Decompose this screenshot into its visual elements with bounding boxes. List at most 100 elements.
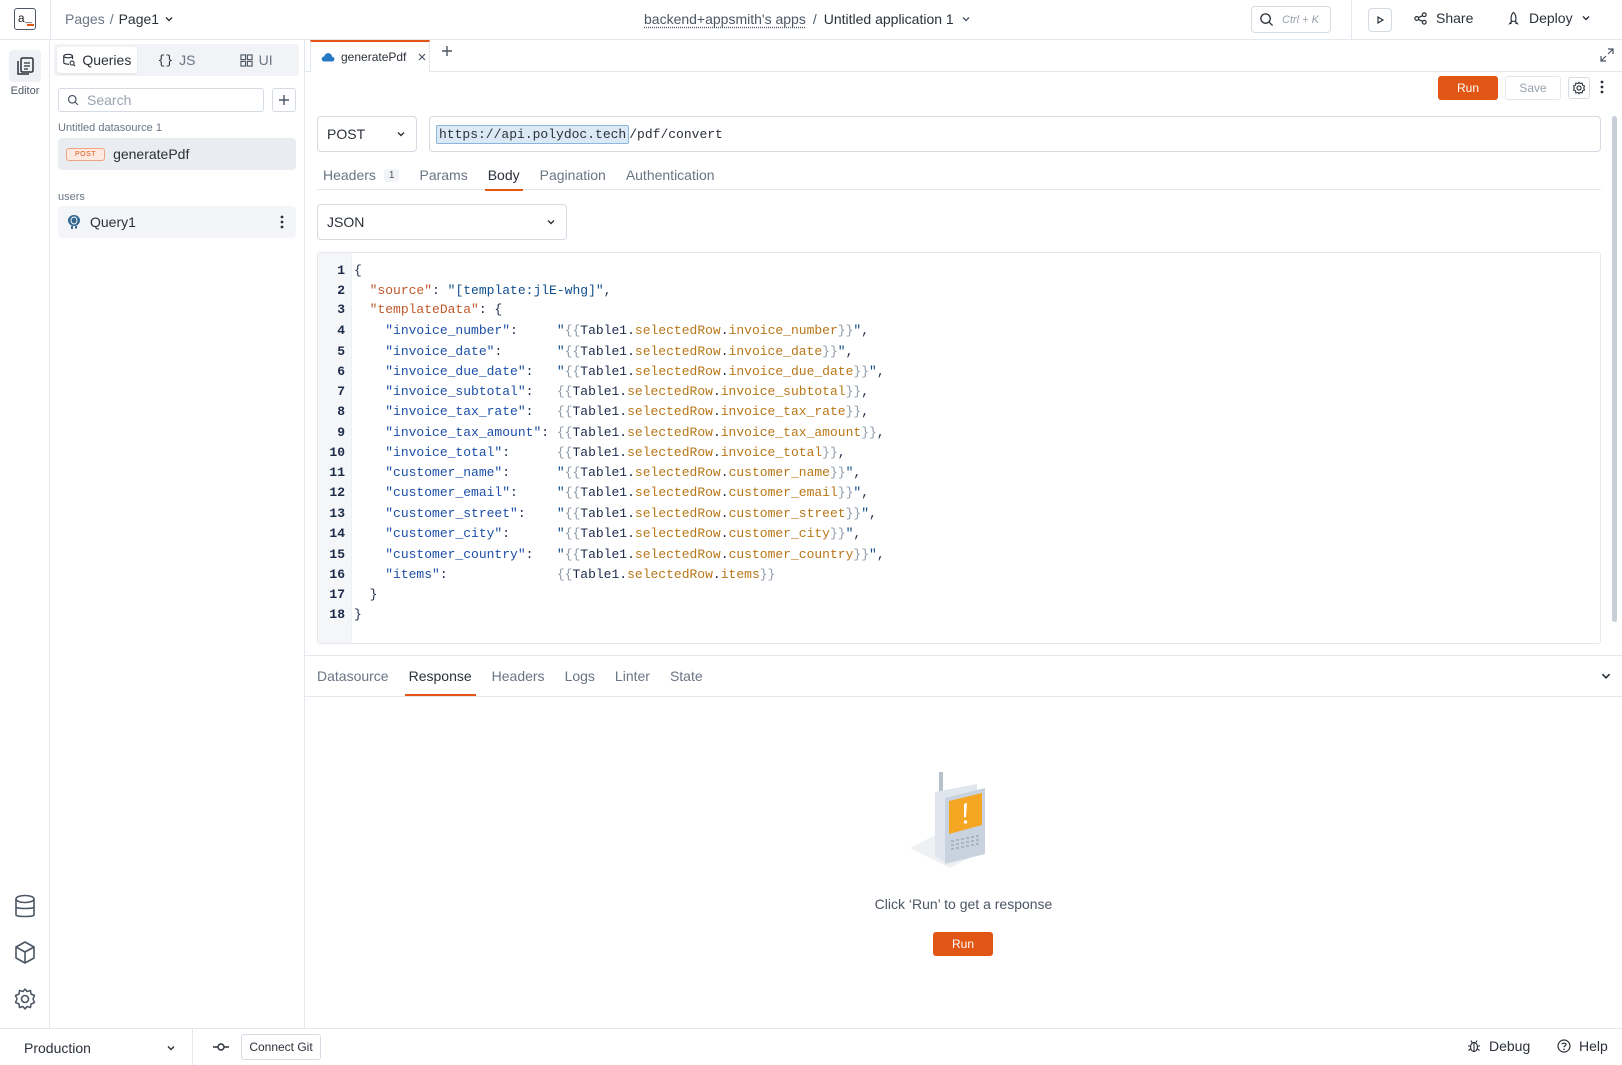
code-quote: " bbox=[556, 506, 565, 521]
line-content: { bbox=[354, 261, 362, 281]
datasource-icon[interactable] bbox=[13, 894, 37, 920]
binding-close: }} bbox=[861, 425, 877, 440]
line-content: "invoice_tax_amount": {{Table1.selectedR… bbox=[354, 423, 884, 443]
tab-linter[interactable]: Linter bbox=[615, 656, 650, 696]
tab-js-label: JS bbox=[179, 52, 196, 68]
queries-icon bbox=[62, 53, 76, 67]
tab-headers-label: Headers bbox=[323, 167, 376, 183]
tab-response-headers[interactable]: Headers bbox=[492, 656, 545, 696]
field-name: customer_street bbox=[728, 506, 846, 521]
tab-queries[interactable]: Queries bbox=[57, 47, 137, 73]
chevron-down-icon[interactable] bbox=[164, 14, 174, 24]
tab-queries-label: Queries bbox=[82, 52, 132, 68]
search-field[interactable] bbox=[58, 88, 264, 112]
environment-value: Production bbox=[24, 1040, 91, 1056]
appsmith-logo[interactable]: a_ bbox=[14, 8, 36, 30]
tab-response[interactable]: Response bbox=[404, 656, 476, 696]
tab-datasource[interactable]: Datasource bbox=[317, 656, 389, 696]
tab-js[interactable]: {} JS bbox=[137, 47, 217, 73]
json-key: "invoice_due_date" bbox=[385, 364, 526, 379]
chevron-down-icon[interactable] bbox=[1581, 13, 1591, 23]
line-content: "invoice_date": "{{Table1.selectedRow.in… bbox=[354, 342, 853, 362]
more-vertical-icon[interactable] bbox=[280, 215, 284, 229]
rail-editor[interactable]: Editor bbox=[0, 50, 50, 97]
help-button[interactable]: Help bbox=[1557, 1038, 1608, 1054]
field-name: items bbox=[720, 567, 760, 582]
tab-authentication-label: Authentication bbox=[625, 167, 715, 183]
code-quote: " bbox=[556, 364, 565, 379]
application-name[interactable]: Untitled application 1 bbox=[824, 11, 954, 27]
binding-close: }} bbox=[853, 364, 869, 379]
deploy-button[interactable]: Deploy bbox=[1506, 10, 1591, 26]
line-number: 4 bbox=[337, 323, 345, 338]
breadcrumb: Pages / Page1 bbox=[65, 11, 174, 27]
tab-authentication[interactable]: Authentication bbox=[626, 160, 715, 190]
chevron-down-icon[interactable] bbox=[961, 14, 971, 24]
body-type-select[interactable]: JSON bbox=[317, 204, 567, 240]
omnibar-search[interactable]: Ctrl + K bbox=[1251, 6, 1331, 33]
close-icon[interactable] bbox=[418, 53, 426, 61]
code-punct: , bbox=[876, 364, 885, 379]
package-icon[interactable] bbox=[13, 940, 37, 966]
code-punct: . bbox=[712, 445, 721, 460]
environment-select[interactable]: Production bbox=[14, 1037, 176, 1059]
add-query-button[interactable] bbox=[272, 88, 296, 112]
binding-close: }} bbox=[829, 465, 846, 480]
list-item-generatepdf[interactable]: POST generatePdf bbox=[58, 138, 296, 170]
code-punct: . bbox=[712, 404, 721, 419]
run-button[interactable]: Run bbox=[933, 932, 993, 956]
tab-body[interactable]: Body bbox=[484, 160, 523, 191]
save-button[interactable]: Save bbox=[1505, 76, 1561, 100]
preview-button[interactable] bbox=[1368, 8, 1392, 32]
line-number: 15 bbox=[329, 547, 345, 562]
url-path[interactable]: /pdf/convert bbox=[629, 127, 723, 142]
share-button[interactable]: Share bbox=[1413, 10, 1473, 26]
entity-explorer: Queries {} JS UI Untitled datasource 1 P… bbox=[50, 40, 305, 1028]
divider bbox=[50, 0, 51, 40]
json-body-editor[interactable]: 1 {2 "source": "[template:jlE-whg]", 3 "te… bbox=[317, 252, 1601, 644]
vertical-scrollbar[interactable] bbox=[1612, 116, 1617, 622]
settings-button[interactable] bbox=[1568, 77, 1590, 99]
headers-count-badge: 1 bbox=[383, 168, 400, 182]
url-input[interactable]: https://api.polydoc.tech /pdf/convert bbox=[429, 116, 1601, 152]
tab-logs[interactable]: Logs bbox=[565, 656, 595, 696]
debug-button[interactable]: Debug bbox=[1467, 1038, 1530, 1054]
code-quote: " bbox=[556, 465, 565, 480]
code-punct: , bbox=[861, 485, 870, 500]
minimize-icon[interactable] bbox=[1600, 48, 1614, 62]
status-bar: Production Connect Git Debug Help bbox=[0, 1028, 1622, 1065]
tab-ui[interactable]: UI bbox=[216, 47, 296, 73]
tab-params[interactable]: Params bbox=[419, 160, 467, 190]
query-name: Query1 bbox=[90, 214, 136, 230]
list-item-query1[interactable]: Query1 bbox=[58, 206, 296, 238]
breadcrumb-root[interactable]: Pages bbox=[65, 11, 105, 27]
widget-name: Table1 bbox=[572, 425, 620, 440]
code-punct: . bbox=[619, 445, 628, 460]
binding-close: }} bbox=[845, 404, 862, 419]
code-punct: : bbox=[439, 567, 448, 582]
more-vertical-icon[interactable] bbox=[1600, 80, 1604, 94]
code-punct: : bbox=[502, 465, 511, 480]
code-punct: : bbox=[525, 404, 534, 419]
datasource-group-label: Untitled datasource 1 bbox=[58, 122, 162, 134]
connect-git-button[interactable]: Connect Git bbox=[241, 1034, 321, 1060]
gear-icon[interactable] bbox=[13, 987, 37, 1011]
chevron-down-icon bbox=[396, 129, 406, 139]
code-punct: . bbox=[720, 485, 729, 500]
tab-pagination[interactable]: Pagination bbox=[540, 160, 606, 190]
tab-generatepdf[interactable]: generatePdf bbox=[310, 40, 430, 72]
tab-state[interactable]: State bbox=[670, 656, 703, 696]
datasource-group-label: users bbox=[58, 191, 85, 203]
workspace-name[interactable]: backend+appsmith's apps bbox=[644, 11, 806, 27]
chevron-down-icon[interactable] bbox=[1600, 670, 1612, 682]
page-selector[interactable]: Page1 bbox=[119, 11, 159, 27]
run-button[interactable]: Run bbox=[1438, 76, 1498, 100]
tab-headers[interactable]: Headers 1 bbox=[323, 160, 400, 190]
datasource-url[interactable]: https://api.polydoc.tech bbox=[436, 124, 630, 144]
http-method-select[interactable]: POST bbox=[317, 116, 417, 152]
add-tab-button[interactable] bbox=[441, 45, 453, 57]
code-punct: : bbox=[525, 547, 534, 562]
code-punct: . bbox=[627, 344, 635, 359]
search-input[interactable] bbox=[87, 92, 247, 108]
line-number: 11 bbox=[329, 465, 345, 480]
